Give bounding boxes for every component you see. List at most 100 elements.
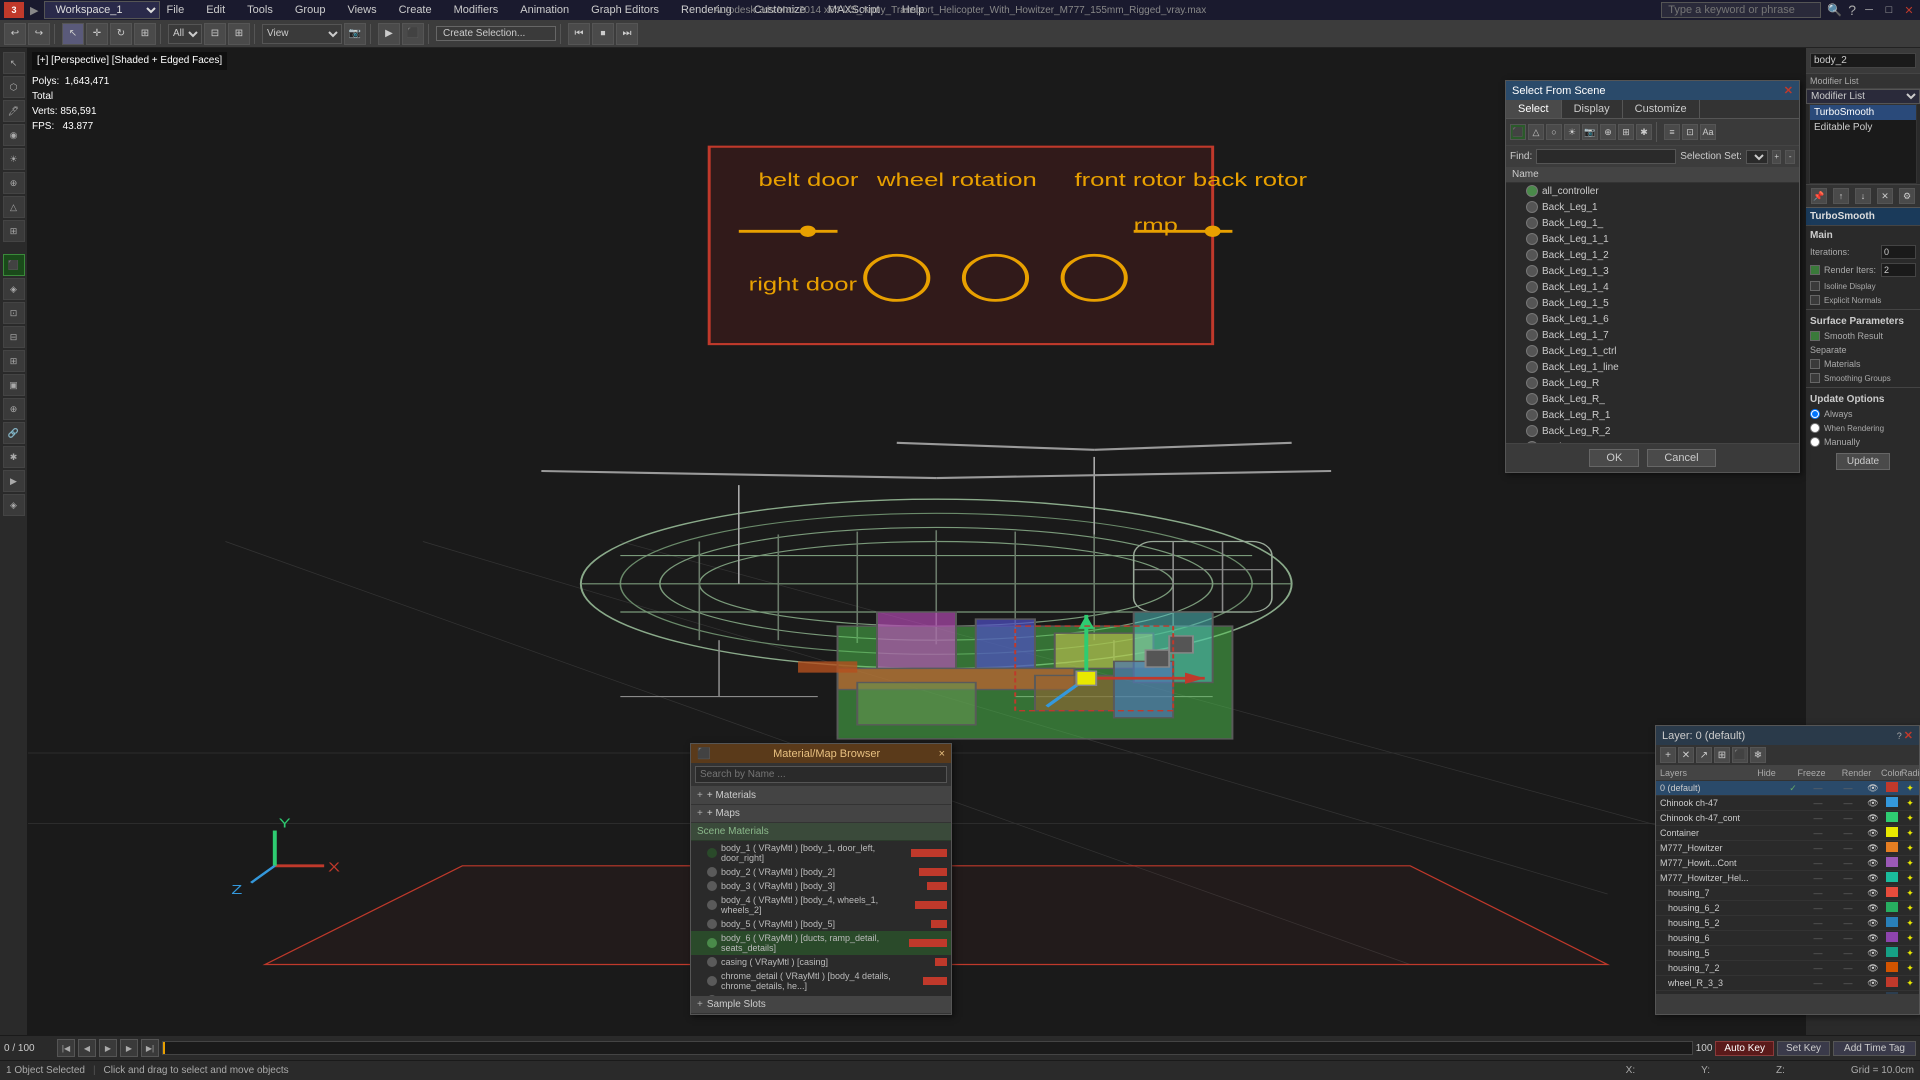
layer-select[interactable]: ⊞ <box>1714 747 1730 763</box>
display-tab[interactable]: Display <box>1562 100 1623 118</box>
lt-group[interactable]: ▣ <box>3 374 25 396</box>
toolbar-redo[interactable]: ↪ <box>28 23 50 45</box>
anim-key-first[interactable]: |◀ <box>57 1039 75 1057</box>
select-space-btn[interactable]: ⊞ <box>1618 124 1634 140</box>
selection-set-dropdown[interactable] <box>1746 150 1768 164</box>
layer-row[interactable]: housing_7 — — 👁 ✦ <box>1656 886 1919 901</box>
selection-set-btn2[interactable]: - <box>1785 150 1795 164</box>
find-input[interactable] <box>1536 149 1676 164</box>
list-item[interactable]: Back_Leg_1_4 <box>1506 279 1799 295</box>
layer-row[interactable]: Chinook ch-47 — — 👁 ✦ <box>1656 796 1919 811</box>
lt-helper[interactable]: ⊕ <box>3 172 25 194</box>
layer-row[interactable]: housing_7_2 — — 👁 ✦ <box>1656 961 1919 976</box>
menu-graph-editors[interactable]: Graph Editors <box>585 3 665 17</box>
object-name-input[interactable] <box>1810 53 1916 68</box>
anim-play[interactable]: ▶ <box>99 1039 117 1057</box>
toolbar-undo[interactable]: ↩ <box>4 23 26 45</box>
layers-close[interactable]: ✕ <box>1904 729 1913 742</box>
layer-delete[interactable]: ✕ <box>1678 747 1694 763</box>
materials-check[interactable] <box>1810 359 1820 369</box>
search-input[interactable] <box>1661 2 1821 18</box>
selection-set-input[interactable]: Create Selection... <box>436 26 556 41</box>
lt-poly[interactable]: ⬡ <box>3 76 25 98</box>
cancel-button[interactable]: Cancel <box>1647 449 1715 467</box>
lt-light[interactable]: ☀ <box>3 148 25 170</box>
material-items-list[interactable]: body_1 ( VRayMtl ) [body_1, door_left, d… <box>691 841 951 996</box>
menu-animation[interactable]: Animation <box>514 3 575 17</box>
lt-array[interactable]: ⊞ <box>3 350 25 372</box>
iterations-input[interactable] <box>1881 245 1916 259</box>
maximize-button[interactable]: □ <box>1882 3 1896 17</box>
select-filter-btn[interactable]: ⊡ <box>1682 124 1698 140</box>
minimize-button[interactable]: ─ <box>1862 3 1876 17</box>
lt-bone[interactable]: ✱ <box>3 446 25 468</box>
list-item[interactable]: Back_Leg_1 <box>1506 199 1799 215</box>
select-bone-btn[interactable]: ✱ <box>1636 124 1652 140</box>
customize-tab[interactable]: Customize <box>1623 100 1700 118</box>
layer-row[interactable]: Container — — 👁 ✦ <box>1656 826 1919 841</box>
mod-config[interactable]: ⚙ <box>1899 188 1915 204</box>
toolbar-rotate[interactable]: ↻ <box>110 23 132 45</box>
layer-row[interactable]: housing_5 — — 👁 ✦ <box>1656 946 1919 961</box>
mat-item[interactable]: chrome_detail ( VRayMtl ) [body_4 detail… <box>691 969 951 993</box>
lt-mirror2[interactable]: ⊟ <box>3 326 25 348</box>
smoothing-check[interactable] <box>1810 373 1820 383</box>
smooth-check[interactable] <box>1810 331 1820 341</box>
list-item[interactable]: Back_Leg_1_ <box>1506 215 1799 231</box>
list-item[interactable]: Back_Leg_1_line <box>1506 359 1799 375</box>
layer-freeze[interactable]: ❄ <box>1750 747 1766 763</box>
list-item[interactable]: Back_Leg_1_5 <box>1506 295 1799 311</box>
materials-section[interactable]: + + Materials <box>691 787 951 805</box>
toolbar-render[interactable]: ▶ <box>378 23 400 45</box>
mat-item[interactable]: body_3 ( VRayMtl ) [body_3] <box>691 879 951 893</box>
modifier-dropdown[interactable]: Modifier List <box>1806 89 1920 104</box>
mat-item[interactable]: cloth ( VRayMtl ) [seats] <box>691 993 951 996</box>
layer-row[interactable]: housing_6 — — 👁 ✦ <box>1656 931 1919 946</box>
select-cam-btn[interactable]: 📷 <box>1582 124 1598 140</box>
add-time-tag-button[interactable]: Add Time Tag <box>1833 1041 1916 1056</box>
isoline-check[interactable] <box>1810 281 1820 291</box>
toolbar-mirror[interactable]: ⊟ <box>204 23 226 45</box>
lt-mat2[interactable]: ◈ <box>3 494 25 516</box>
toolbar-move[interactable]: ✛ <box>86 23 108 45</box>
mat-item[interactable]: body_4 ( VRayMtl ) [body_4, wheels_1, wh… <box>691 893 951 917</box>
toolbar-fwd[interactable]: ⏭ <box>616 23 638 45</box>
workspace-dropdown[interactable]: Workspace_1 <box>44 1 160 19</box>
menu-create[interactable]: Create <box>393 3 438 17</box>
ok-button[interactable]: OK <box>1589 449 1639 467</box>
toolbar-stop[interactable]: ⏹ <box>592 23 614 45</box>
mat-item[interactable]: body_1 ( VRayMtl ) [body_1, door_left, d… <box>691 841 951 865</box>
toolbar-align[interactable]: ⊞ <box>228 23 250 45</box>
list-item[interactable]: Back_Leg_R_2 <box>1506 423 1799 439</box>
lt-select[interactable]: ↖ <box>3 52 25 74</box>
modifier-turbsmooth[interactable]: TurboSmooth <box>1810 105 1916 120</box>
select-light-btn[interactable]: ☀ <box>1564 124 1580 140</box>
layer-row[interactable]: Chinook ch-47_cont — — 👁 ✦ <box>1656 811 1919 826</box>
anim-last-key[interactable]: ▶| <box>141 1039 159 1057</box>
menu-edit[interactable]: Edit <box>200 3 231 17</box>
layer-row[interactable]: wheel_R_3_3 — — 👁 ✦ <box>1656 976 1919 991</box>
mat-item[interactable]: body_2 ( VRayMtl ) [body_2] <box>691 865 951 879</box>
layer-row[interactable]: M777_Howitzer — — 👁 ✦ <box>1656 841 1919 856</box>
select-helper-btn[interactable]: ⊕ <box>1600 124 1616 140</box>
select-shape-btn[interactable]: ○ <box>1546 124 1562 140</box>
mod-delete[interactable]: ✕ <box>1877 188 1893 204</box>
layer-hide[interactable]: ⬛ <box>1732 747 1748 763</box>
layer-row[interactable]: housing_6_2 — — 👁 ✦ <box>1656 901 1919 916</box>
mod-pin[interactable]: 📌 <box>1811 188 1827 204</box>
list-item[interactable]: Back_Leg_R <box>1506 375 1799 391</box>
mat-item[interactable]: body_5 ( VRayMtl ) [body_5] <box>691 917 951 931</box>
always-radio[interactable] <box>1810 409 1820 419</box>
toolbar-play[interactable]: ⏮ <box>568 23 590 45</box>
list-item[interactable]: Back_Leg_R_1 <box>1506 407 1799 423</box>
lt-snap[interactable]: ⊡ <box>3 302 25 324</box>
layer-row[interactable]: wheel_1_3_2 — — 👁 ✦ <box>1656 991 1919 994</box>
render-iters-input[interactable] <box>1881 263 1916 277</box>
menu-tools[interactable]: Tools <box>241 3 279 17</box>
toolbar-scale[interactable]: ⊞ <box>134 23 156 45</box>
mat-item[interactable]: casing ( VRayMtl ) [casing] <box>691 955 951 969</box>
list-item[interactable]: Back_Leg_R_ <box>1506 391 1799 407</box>
update-button[interactable]: Update <box>1836 453 1890 470</box>
layer-row[interactable]: M777_Howitzer_Hel... — — 👁 ✦ <box>1656 871 1919 886</box>
lt-paint[interactable]: 🖊 <box>3 100 25 122</box>
